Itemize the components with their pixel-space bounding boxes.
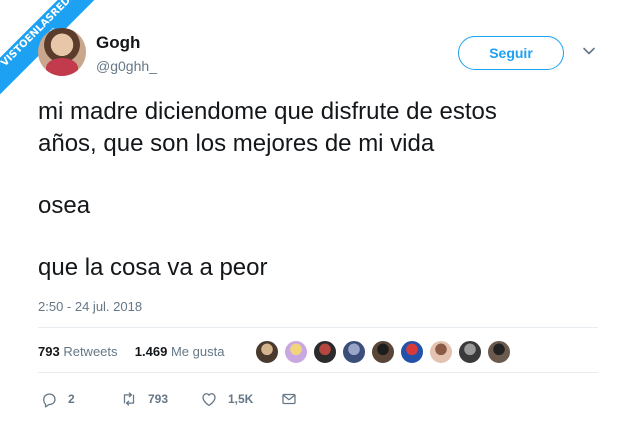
reply-icon	[43, 393, 56, 408]
divider	[38, 372, 598, 373]
like-action[interactable]: 1,5K	[200, 389, 253, 409]
liker-avatar[interactable]	[342, 340, 366, 364]
engagement-stats: 793 Retweets 1.469 Me gusta	[38, 344, 224, 359]
reply-count: 2	[68, 392, 75, 406]
liker-avatar[interactable]	[284, 340, 308, 364]
follow-button[interactable]: Seguir	[458, 36, 564, 70]
heart-icon	[202, 393, 216, 407]
retweets-label[interactable]: Retweets	[63, 344, 117, 359]
tweet-card: VISTOENLASREDES .com Gogh @g0ghh_ Seguir…	[0, 0, 641, 431]
reply-action[interactable]: 2	[40, 389, 75, 409]
liker-avatar[interactable]	[487, 340, 511, 364]
tweet-line: años, que son los mejores de mi vida	[38, 130, 435, 157]
tweet-timestamp[interactable]: 2:50 - 24 jul. 2018	[38, 299, 142, 314]
likes-label[interactable]: Me gusta	[171, 344, 224, 359]
liker-avatar[interactable]	[429, 340, 453, 364]
tweet-line: que la cosa va a peor	[38, 254, 268, 281]
like-count: 1,5K	[228, 392, 254, 406]
user-handle[interactable]: @g0ghh_	[96, 58, 157, 74]
retweet-action[interactable]: 793	[120, 389, 168, 409]
liker-avatar[interactable]	[458, 340, 482, 364]
tweet-text: mi madre diciendome que disfrute de esto…	[38, 96, 618, 284]
retweet-icon	[123, 392, 135, 406]
tweet-line: mi madre diciendome que disfrute de esto…	[38, 98, 497, 125]
chevron-down-icon[interactable]	[582, 44, 596, 58]
message-icon	[282, 393, 296, 405]
tweet-line: osea	[38, 192, 91, 219]
user-name[interactable]: Gogh	[96, 33, 140, 53]
avatar[interactable]	[38, 28, 86, 76]
retweets-count[interactable]: 793	[38, 344, 60, 359]
likes-count[interactable]: 1.469	[135, 344, 168, 359]
liker-avatar[interactable]	[371, 340, 395, 364]
divider	[38, 327, 598, 328]
liker-avatar[interactable]	[400, 340, 424, 364]
message-action[interactable]	[280, 389, 298, 409]
retweet-count: 793	[148, 392, 169, 406]
liker-avatar[interactable]	[313, 340, 337, 364]
liker-avatar[interactable]	[255, 340, 279, 364]
